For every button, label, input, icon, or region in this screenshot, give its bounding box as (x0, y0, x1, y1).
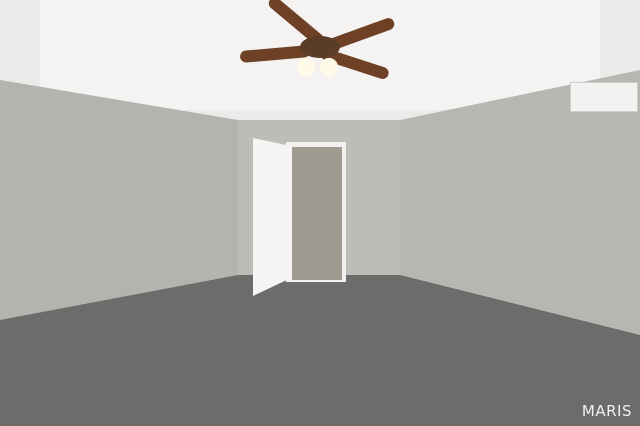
fan-light (320, 58, 338, 76)
fan-light (297, 58, 315, 76)
watermark-logo: MARIS (581, 402, 632, 420)
ceiling-fan-hub (300, 36, 340, 58)
hallway-view (292, 147, 342, 280)
open-door (253, 138, 291, 296)
room-photo: MARIS (0, 0, 640, 426)
air-vent (570, 82, 638, 112)
